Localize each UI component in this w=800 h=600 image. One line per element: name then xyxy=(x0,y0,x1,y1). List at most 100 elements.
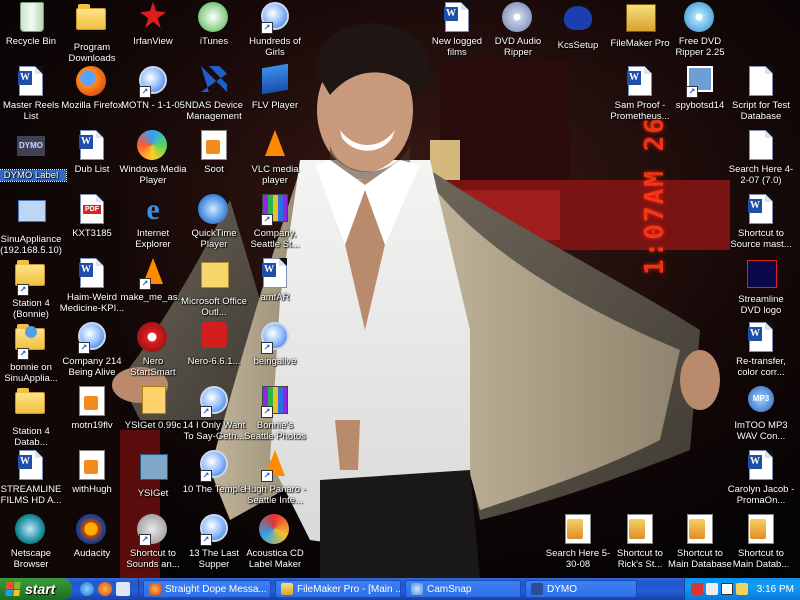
quicktime-player-icon[interactable]: QuickTime Player xyxy=(179,194,249,250)
sinuappliance-glyph-icon xyxy=(15,200,47,232)
haim-weird-medicine-icon[interactable]: W Haim-Weird Medicine-KPI... xyxy=(57,258,127,314)
streamline-dvd-logo-glyph-icon xyxy=(745,260,777,292)
ie-quicklaunch-icon[interactable] xyxy=(80,582,94,596)
10-the-temple-icon[interactable]: ↗ 10 The Temple xyxy=(179,450,249,495)
13-the-last-supper-icon[interactable]: ↗ 13 The Last Supper xyxy=(179,514,249,570)
master-reels-list-glyph-icon: W xyxy=(15,66,47,98)
carolyn-jacob-promaon-icon[interactable]: W Carolyn Jacob - PromaOn... xyxy=(726,450,796,506)
taskbar-button-label: CamSnap xyxy=(427,583,472,595)
kcssetup-icon[interactable]: KcsSetup xyxy=(543,2,613,51)
dvd-audio-ripper-glyph-icon xyxy=(502,2,534,34)
shortcut-arrow-icon: ↗ xyxy=(261,470,273,482)
start-button[interactable]: start xyxy=(0,578,72,600)
icon-label: ImTOO MP3 WAV Con... xyxy=(734,420,788,442)
ysiget-099c-icon[interactable]: YSIGet 0.99c xyxy=(118,386,188,431)
desktop-quicklaunch-icon[interactable] xyxy=(116,582,130,596)
soot-icon[interactable]: Soot xyxy=(179,130,249,175)
shortcut-to-main-database-2-glyph-icon xyxy=(745,514,777,546)
quick-launch xyxy=(72,578,139,600)
bonnies-seattle-photos-icon[interactable]: ↗ Bonnie's Seattle Photos xyxy=(240,386,310,442)
soot-glyph-icon xyxy=(198,130,230,162)
make-me-as-icon[interactable]: ↗ make_me_as... xyxy=(118,258,188,303)
new-logged-films-glyph-icon: W xyxy=(441,2,473,34)
search-here-5-30-08-icon[interactable]: Search Here 5-30-08 xyxy=(543,514,613,570)
nero-icon[interactable]: Nero-6.6.1... xyxy=(179,322,249,367)
shortcut-to-sounds-icon[interactable]: ↗ Shortcut to Sounds an... xyxy=(118,514,188,570)
company-seattle-icon[interactable]: ↗ Company, Seattle St... xyxy=(240,194,310,250)
company-seattle-glyph-icon: ↗ xyxy=(259,194,291,226)
ysiget-glyph-icon xyxy=(137,454,169,486)
tray-speaker-icon[interactable] xyxy=(735,583,748,595)
nero-startsmart-glyph-icon xyxy=(137,322,169,354)
shortcut-to-main-database-icon[interactable]: Shortcut to Main Database xyxy=(665,514,735,570)
firefox-quicklaunch-icon[interactable] xyxy=(98,582,112,596)
amfar-icon[interactable]: WamfAR xyxy=(240,258,310,303)
nero-startsmart-icon[interactable]: Nero StartSmart xyxy=(118,322,188,378)
hundreds-of-girls-glyph-icon: ↗ xyxy=(259,2,291,34)
kxt3185-icon[interactable]: PDF KXT3185 xyxy=(57,194,127,239)
imtoo-mp3-wav-icon[interactable]: MP3 ImTOO MP3 WAV Con... xyxy=(726,386,796,442)
company-214-icon[interactable]: ↗ Company 214 Being Alive xyxy=(57,322,127,378)
irfanview-icon[interactable]: IrfanView xyxy=(118,2,188,47)
shortcut-to-main-database-2-icon[interactable]: Shortcut to Main Datab... xyxy=(726,514,796,570)
free-dvd-ripper-icon[interactable]: Free DVD Ripper 2.25 xyxy=(665,2,735,58)
beingalive-icon[interactable]: ↗ beingalive xyxy=(240,322,310,367)
audacity-icon[interactable]: Audacity xyxy=(57,514,127,559)
tray-shield-icon[interactable] xyxy=(690,583,703,595)
program-downloads-icon[interactable]: Program Downloads xyxy=(57,2,127,64)
motn19flv-icon[interactable]: motn19flv xyxy=(57,386,127,431)
haim-weird-medicine-glyph-icon: W xyxy=(76,258,108,290)
spybotsd14-icon[interactable]: ↗ spybotsd14 xyxy=(665,66,735,111)
withhugh-icon[interactable]: withHugh xyxy=(57,450,127,495)
script-for-test-database-icon[interactable]: Script for Test Database xyxy=(726,66,796,122)
itunes-icon[interactable]: iTunes xyxy=(179,2,249,47)
14-i-only-want-icon[interactable]: ↗ 14 I Only Want To Say-Geth... xyxy=(179,386,249,442)
quicktime-player-glyph-icon xyxy=(198,194,230,226)
tray-v-icon[interactable] xyxy=(720,583,733,595)
ndas-device-management-icon[interactable]: NDAS Device Management xyxy=(179,66,249,122)
tray-network-icon[interactable] xyxy=(705,583,718,595)
icon-label: MOTN - 1-1-05 xyxy=(121,100,185,111)
microsoft-office-outlook-icon[interactable]: Microsoft Office Outl... xyxy=(179,258,249,318)
taskbar-button-label: FileMaker Pro - [Main ... xyxy=(297,583,401,595)
mozilla-firefox-icon[interactable]: Mozilla Firefox xyxy=(57,66,127,111)
shortcut-arrow-icon: ↗ xyxy=(261,22,273,34)
ysiget-icon[interactable]: YSIGet xyxy=(118,450,188,499)
icon-label: spybotsd14 xyxy=(675,100,725,111)
acoustica-cd-label-maker-icon[interactable]: Acoustica CD Label Maker xyxy=(240,514,310,570)
streamline-dvd-logo-icon[interactable]: Streamline DVD logo xyxy=(726,258,796,316)
motn-icon[interactable]: ↗ MOTN - 1-1-05 xyxy=(118,66,188,111)
flv-player-icon[interactable]: FLV Player xyxy=(240,63,310,111)
hugh-panaro-icon[interactable]: ↗ Hugh Panaro - Seattle Inte... xyxy=(240,450,310,506)
clock[interactable]: 3:16 PM xyxy=(757,584,794,595)
station-4-database-glyph-icon xyxy=(15,388,47,424)
icon-label: Script for Test Database xyxy=(732,100,790,122)
taskbar-button-dymo[interactable]: DYMO xyxy=(525,580,637,598)
windows-media-player-icon[interactable]: Windows Media Player xyxy=(118,130,188,186)
search-here-4-2-07-icon[interactable]: Search Here 4-2-07 (7.0) xyxy=(726,130,796,186)
icon-label: Company, Seattle St... xyxy=(250,228,300,250)
internet-explorer-icon[interactable]: e Internet Explorer xyxy=(118,194,188,251)
shortcut-arrow-icon: ↗ xyxy=(200,406,212,418)
vlc-media-player-icon[interactable]: VLC media player xyxy=(240,130,310,186)
hundreds-of-girls-icon[interactable]: ↗ Hundreds of Girls xyxy=(240,2,310,58)
shortcut-arrow-icon: ↗ xyxy=(686,86,698,98)
icon-label: KcsSetup xyxy=(557,40,599,51)
photo-date-stamp: 1:07AM 26 xyxy=(640,116,670,275)
icon-label: Free DVD Ripper 2.25 xyxy=(675,36,725,58)
shortcut-arrow-icon: ↗ xyxy=(261,406,273,418)
shortcut-arrow-icon: ↗ xyxy=(200,534,212,546)
taskbar-button-cam[interactable]: CamSnap xyxy=(405,580,521,598)
taskbar-button-firefox[interactable]: Straight Dope Messa... xyxy=(143,580,271,598)
icon-label: Shortcut to Main Datab... xyxy=(732,548,790,570)
taskbar-button-fm[interactable]: FileMaker Pro - [Main ... xyxy=(275,580,401,598)
bonnies-seattle-photos-glyph-icon: ↗ xyxy=(259,386,291,418)
dub-list-icon[interactable]: W Dub List xyxy=(57,130,127,175)
shortcut-to-source-master-icon[interactable]: W Shortcut to Source mast... xyxy=(726,194,796,250)
new-logged-films-icon[interactable]: W New logged films xyxy=(422,2,492,58)
re-transfer-color-corr-icon[interactable]: W Re-transfer, color corr... xyxy=(726,322,796,378)
icon-label: Nero-6.6.1... xyxy=(187,356,241,367)
free-dvd-ripper-glyph-icon xyxy=(684,2,716,34)
shortcut-to-main-database-glyph-icon xyxy=(684,514,716,546)
motn-glyph-icon: ↗ xyxy=(137,66,169,98)
